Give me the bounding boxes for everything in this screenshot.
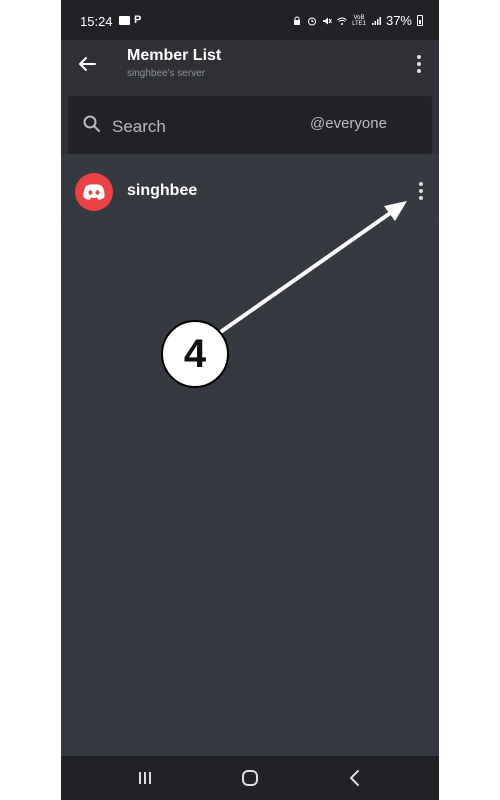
home-icon[interactable] [238,766,262,790]
paypal-icon: P [134,14,142,26]
kebab-menu-icon [417,55,421,59]
kebab-menu-icon [419,182,423,186]
status-system-icons: VoB LTE1 37% [292,13,423,28]
member-more-button[interactable] [411,178,431,204]
status-notification-icons: P [119,14,141,26]
status-bar: 15:24 P VoB LTE1 37% [61,0,439,40]
phone-screen: 15:24 P VoB LTE1 37% Member List singhbe… [61,0,439,800]
app-header: Member List singhbee's server [61,40,439,90]
system-nav-bar [61,756,439,800]
step-number-badge: 4 [161,320,229,388]
member-row[interactable]: singhbee [61,164,439,220]
page-title: Member List [127,47,222,64]
battery-icon [417,15,423,26]
role-filter[interactable]: @everyone [310,115,387,132]
search-placeholder: Search [112,117,166,136]
avatar [75,173,113,211]
member-name: singhbee [127,182,198,199]
search-input[interactable]: Search @everyone [68,96,432,154]
discord-logo-icon [83,184,105,200]
recents-icon[interactable] [133,766,157,790]
volte-label: VoB LTE1 [352,14,366,27]
status-time: 15:24 [80,14,113,29]
gallery-icon [119,15,130,25]
lock-icon [294,16,301,25]
alarm-icon [308,17,317,25]
header-more-button[interactable] [409,52,429,76]
arrow-left-icon[interactable] [75,52,99,76]
battery-percent: 37% [385,13,412,28]
back-chevron-icon[interactable] [343,766,367,790]
page-subtitle: singhbee's server [127,68,206,79]
signal-icon [371,16,381,25]
search-section: Search @everyone [61,90,439,154]
wifi-icon [337,17,347,25]
mute-icon [323,17,332,24]
search-icon [83,115,100,132]
